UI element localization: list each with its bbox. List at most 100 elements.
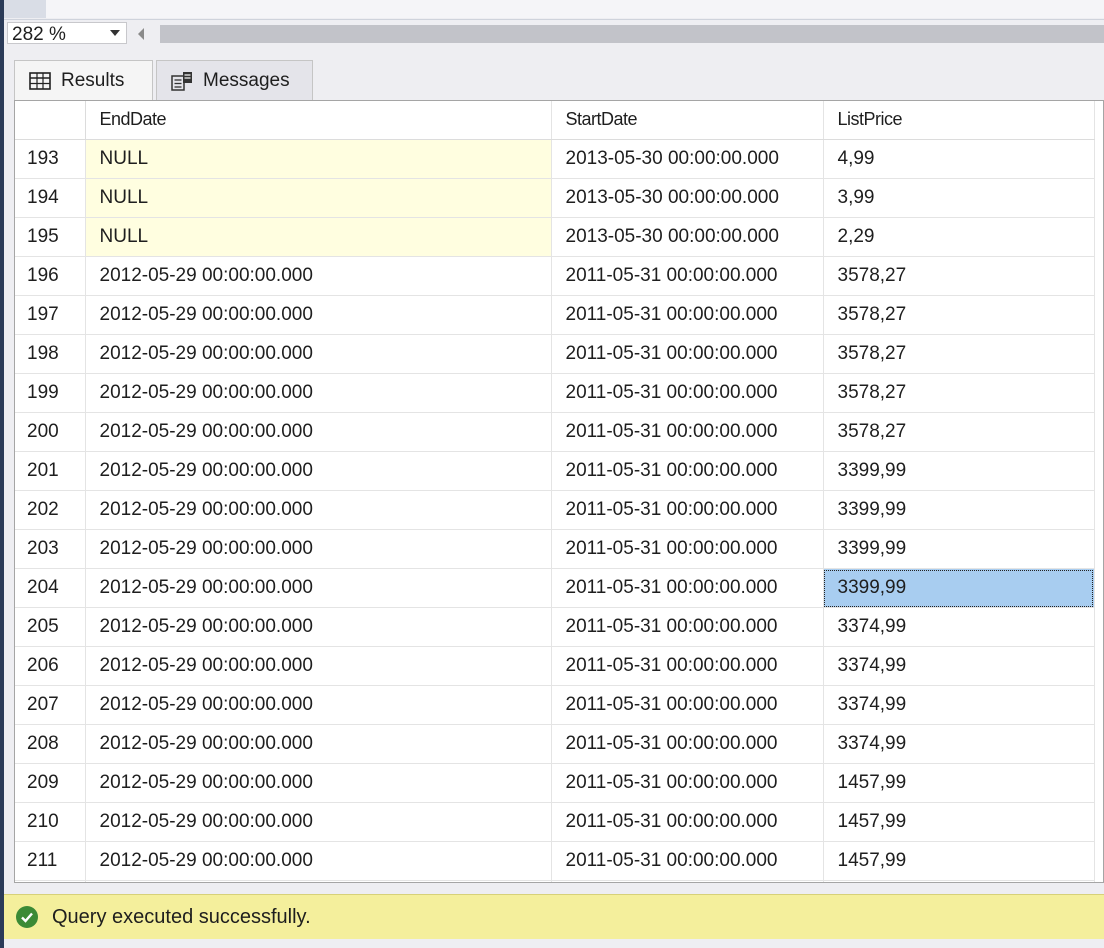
- startdate-cell[interactable]: 2011-05-31 00:00:00.000: [551, 529, 824, 569]
- row-number-cell[interactable]: 193: [15, 139, 86, 179]
- row-number-cell[interactable]: 204: [15, 568, 86, 608]
- column-header-startdate[interactable]: StartDate: [551, 101, 824, 140]
- row-number-cell[interactable]: 210: [15, 802, 86, 842]
- enddate-cell[interactable]: 2012-05-29 00:00:00.000: [85, 685, 552, 725]
- scroll-left-icon[interactable]: [138, 28, 144, 40]
- column-header-enddate[interactable]: EndDate: [85, 101, 552, 140]
- startdate-cell[interactable]: 2011-05-31 00:00:00.000: [551, 880, 824, 882]
- enddate-cell[interactable]: 2012-05-29 00:00:00.000: [85, 529, 552, 569]
- startdate-cell[interactable]: 2011-05-31 00:00:00.000: [551, 334, 824, 374]
- enddate-cell[interactable]: 2012-05-29 00:00:00.000: [85, 412, 552, 452]
- row-number-cell[interactable]: 195: [15, 217, 86, 257]
- startdate-cell[interactable]: 2011-05-31 00:00:00.000: [551, 685, 824, 725]
- enddate-cell[interactable]: 2012-05-29 00:00:00.000: [85, 802, 552, 842]
- startdate-cell[interactable]: 2011-05-31 00:00:00.000: [551, 373, 824, 413]
- table-row[interactable]: 200 2012-05-29 00:00:00.000 2011-05-31 00:…: [15, 412, 1095, 452]
- table-row[interactable]: 207 2012-05-29 00:00:00.000 2011-05-31 00:…: [15, 685, 1095, 725]
- enddate-cell[interactable]: 2012-05-29 00:00:00.000: [85, 568, 552, 608]
- results-grid[interactable]: EndDate StartDate ListPrice 193 NULL 2013-…: [14, 100, 1104, 883]
- enddate-cell[interactable]: 2012-05-29 00:00:00.000: [85, 256, 552, 296]
- listprice-cell[interactable]: 3578,27: [823, 334, 1095, 374]
- listprice-cell[interactable]: 1457,99: [823, 763, 1095, 803]
- listprice-cell[interactable]: 4,99: [823, 139, 1095, 179]
- listprice-cell[interactable]: 3578,27: [823, 256, 1095, 296]
- table-row[interactable]: 201 2012-05-29 00:00:00.000 2011-05-31 00:…: [15, 451, 1095, 491]
- table-row[interactable]: 208 2012-05-29 00:00:00.000 2011-05-31 00:…: [15, 724, 1095, 764]
- enddate-cell[interactable]: NULL: [85, 139, 552, 179]
- table-row[interactable]: 199 2012-05-29 00:00:00.000 2011-05-31 00:…: [15, 373, 1095, 413]
- enddate-cell[interactable]: 2012-05-29 00:00:00.000: [85, 763, 552, 803]
- row-number-cell[interactable]: 206: [15, 646, 86, 686]
- row-number-cell[interactable]: 197: [15, 295, 86, 335]
- row-number-cell[interactable]: 198: [15, 334, 86, 374]
- enddate-cell[interactable]: 2012-05-29 00:00:00.000: [85, 334, 552, 374]
- chevron-down-icon[interactable]: [110, 30, 120, 36]
- enddate-cell[interactable]: NULL: [85, 217, 552, 257]
- zoom-dropdown[interactable]: 282 %: [7, 22, 127, 45]
- row-number-header[interactable]: [15, 101, 86, 140]
- table-row[interactable]: 193 NULL 2013-05-30 00:00:00.000 4,99: [15, 139, 1095, 179]
- table-row[interactable]: 202 2012-05-29 00:00:00.000 2011-05-31 00:…: [15, 490, 1095, 530]
- startdate-cell[interactable]: 2011-05-31 00:00:00.000: [551, 607, 824, 647]
- table-row[interactable]: 196 2012-05-29 00:00:00.000 2011-05-31 00:…: [15, 256, 1095, 296]
- row-number-cell[interactable]: 203: [15, 529, 86, 569]
- startdate-cell[interactable]: 2011-05-31 00:00:00.000: [551, 646, 824, 686]
- startdate-cell[interactable]: 2011-05-31 00:00:00.000: [551, 568, 824, 608]
- listprice-cell[interactable]: 3399,99: [823, 568, 1095, 608]
- listprice-cell[interactable]: 3399,99: [823, 529, 1095, 569]
- table-row[interactable]: 2122012-05-29 00:00:00.0002011-05-31 00:…: [15, 880, 1095, 882]
- table-row[interactable]: 203 2012-05-29 00:00:00.000 2011-05-31 00:…: [15, 529, 1095, 569]
- tab-results[interactable]: Results: [14, 60, 153, 100]
- tab-messages[interactable]: Messages: [156, 60, 313, 100]
- table-row[interactable]: 206 2012-05-29 00:00:00.000 2011-05-31 00:…: [15, 646, 1095, 686]
- enddate-cell[interactable]: 2012-05-29 00:00:00.000: [85, 490, 552, 530]
- enddate-cell[interactable]: 2012-05-29 00:00:00.000: [85, 646, 552, 686]
- listprice-cell[interactable]: 3374,99: [823, 724, 1095, 764]
- startdate-cell[interactable]: 2011-05-31 00:00:00.000: [551, 256, 824, 296]
- row-number-cell[interactable]: 208: [15, 724, 86, 764]
- startdate-cell[interactable]: 2011-05-31 00:00:00.000: [551, 841, 824, 881]
- listprice-cell[interactable]: 3578,27: [823, 295, 1095, 335]
- listprice-cell[interactable]: 1457,99: [823, 841, 1095, 881]
- listprice-cell[interactable]: 2,29: [823, 217, 1095, 257]
- listprice-cell[interactable]: 3374,99: [823, 646, 1095, 686]
- startdate-cell[interactable]: 2013-05-30 00:00:00.000: [551, 178, 824, 218]
- table-row[interactable]: 197 2012-05-29 00:00:00.000 2011-05-31 00:…: [15, 295, 1095, 335]
- table-row[interactable]: 198 2012-05-29 00:00:00.000 2011-05-31 00:…: [15, 334, 1095, 374]
- startdate-cell[interactable]: 2013-05-30 00:00:00.000: [551, 139, 824, 179]
- row-number-cell[interactable]: 205: [15, 607, 86, 647]
- listprice-cell[interactable]: 3578,27: [823, 373, 1095, 413]
- table-row[interactable]: 194 NULL 2013-05-30 00:00:00.000 3,99: [15, 178, 1095, 218]
- horizontal-scrollbar[interactable]: [160, 25, 1104, 43]
- enddate-cell[interactable]: 2012-05-29 00:00:00.000: [85, 724, 552, 764]
- row-number-cell[interactable]: 196: [15, 256, 86, 296]
- table-row[interactable]: 211 2012-05-29 00:00:00.000 2011-05-31 00:…: [15, 841, 1095, 881]
- enddate-cell[interactable]: NULL: [85, 178, 552, 218]
- listprice-cell[interactable]: 3578,27: [823, 412, 1095, 452]
- column-header-listprice[interactable]: ListPrice: [823, 101, 1095, 140]
- listprice-cell[interactable]: 1457,99: [823, 880, 1095, 882]
- startdate-cell[interactable]: 2013-05-30 00:00:00.000: [551, 217, 824, 257]
- row-number-cell[interactable]: 200: [15, 412, 86, 452]
- row-number-cell[interactable]: 202: [15, 490, 86, 530]
- row-number-cell[interactable]: 207: [15, 685, 86, 725]
- enddate-cell[interactable]: 2012-05-29 00:00:00.000: [85, 373, 552, 413]
- row-number-cell[interactable]: 212: [15, 880, 86, 882]
- row-number-cell[interactable]: 194: [15, 178, 86, 218]
- enddate-cell[interactable]: 2012-05-29 00:00:00.000: [85, 841, 552, 881]
- table-row[interactable]: 210 2012-05-29 00:00:00.000 2011-05-31 00:…: [15, 802, 1095, 842]
- row-number-cell[interactable]: 209: [15, 763, 86, 803]
- listprice-cell[interactable]: 3374,99: [823, 607, 1095, 647]
- listprice-cell[interactable]: 3399,99: [823, 490, 1095, 530]
- row-number-cell[interactable]: 201: [15, 451, 86, 491]
- enddate-cell[interactable]: 2012-05-29 00:00:00.000: [85, 880, 552, 882]
- enddate-cell[interactable]: 2012-05-29 00:00:00.000: [85, 607, 552, 647]
- startdate-cell[interactable]: 2011-05-31 00:00:00.000: [551, 763, 824, 803]
- table-row[interactable]: 209 2012-05-29 00:00:00.000 2011-05-31 00:…: [15, 763, 1095, 803]
- listprice-cell[interactable]: 3399,99: [823, 451, 1095, 491]
- table-row[interactable]: 204 2012-05-29 00:00:00.000 2011-05-31 00:…: [15, 568, 1095, 608]
- startdate-cell[interactable]: 2011-05-31 00:00:00.000: [551, 490, 824, 530]
- startdate-cell[interactable]: 2011-05-31 00:00:00.000: [551, 802, 824, 842]
- startdate-cell[interactable]: 2011-05-31 00:00:00.000: [551, 451, 824, 491]
- table-row[interactable]: 205 2012-05-29 00:00:00.000 2011-05-31 00:…: [15, 607, 1095, 647]
